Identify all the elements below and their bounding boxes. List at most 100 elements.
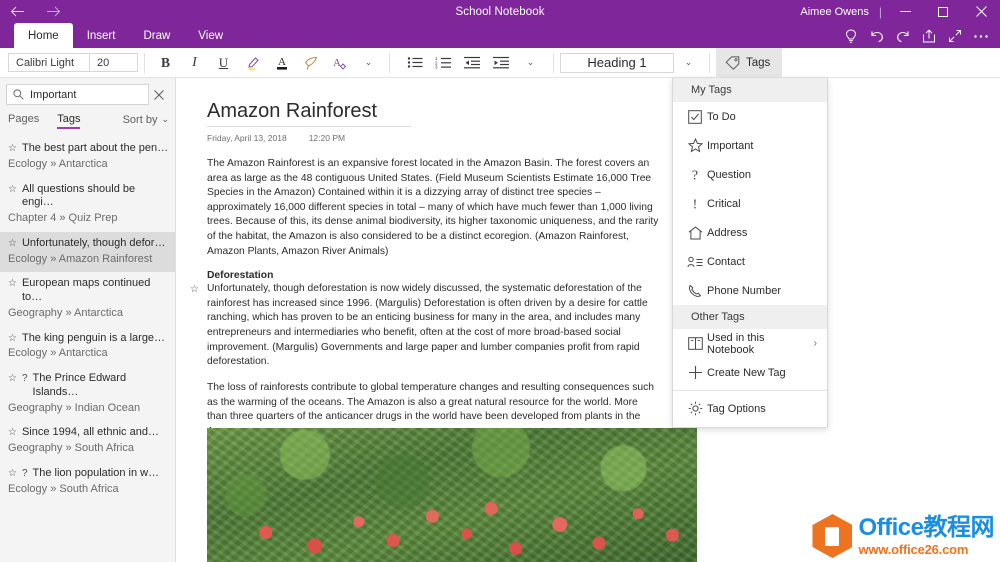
tell-me-icon[interactable] — [838, 24, 864, 48]
undo-icon[interactable] — [864, 24, 890, 48]
gear-icon — [683, 401, 707, 416]
star-icon: ☆ — [8, 467, 17, 480]
font-color-icon[interactable]: A — [267, 50, 296, 76]
list-item[interactable]: ☆ Unfortunately, though defor… Ecology »… — [0, 232, 175, 273]
paragraph-intro[interactable]: The Amazon Rainforest is an expansive fo… — [207, 157, 659, 259]
list-item-title: The lion population in w… — [33, 467, 160, 481]
star-icon: ☆ — [8, 237, 17, 250]
svg-text:?: ? — [692, 169, 698, 183]
tag-menu-item-tag-options[interactable]: Tag Options — [673, 394, 827, 423]
format-painter-icon[interactable] — [296, 50, 325, 76]
search-icon — [13, 89, 24, 100]
bulleted-list-icon[interactable] — [400, 50, 429, 76]
watermark: Office教程网 www.office26.com — [812, 514, 994, 558]
share-icon[interactable] — [916, 24, 942, 48]
close-button[interactable] — [962, 0, 1000, 23]
list-item-title: The best part about the pen… — [22, 142, 168, 156]
font-name-input[interactable]: Calibri Light — [9, 54, 90, 71]
style-chevron-icon[interactable]: ⌄ — [674, 50, 703, 76]
style-dropdown[interactable]: Heading 1 — [560, 53, 674, 73]
tag-icon — [725, 56, 740, 70]
list-item[interactable]: ☆ The best part about the pen… Ecology »… — [0, 137, 175, 178]
tag-menu-item-contact[interactable]: Contact — [673, 247, 827, 276]
list-item-title: The king penguin is a large… — [22, 332, 165, 346]
chevron-down-icon: ⌄ — [161, 114, 169, 125]
quick-access-toolbar — [838, 24, 994, 48]
rainforest-foliage-photo[interactable] — [207, 428, 697, 562]
list-item[interactable]: ☆ ? The lion population in w… Ecology » … — [0, 462, 175, 503]
tag-menu-item-question[interactable]: ? Question — [673, 160, 827, 189]
star-icon[interactable]: ☆ — [190, 283, 199, 297]
sidebar-tabs: Pages Tags Sort by ⌄ — [8, 109, 169, 133]
phone-icon — [683, 284, 707, 298]
list-item-path: Ecology » South Africa — [8, 483, 169, 497]
tab-draw[interactable]: Draw — [129, 23, 184, 48]
paragraph-group: 1 2 3 — [400, 50, 545, 76]
watermark-line-2: www.office26.com — [858, 543, 994, 556]
tag-menu-label: Used in this Notebook — [707, 332, 814, 356]
chevron-right-icon: › — [814, 338, 827, 349]
tagged-notes-list: ☆ The best part about the pen… Ecology »… — [0, 137, 175, 502]
page-timestamp: Friday, April 13, 2018 12:20 PM — [207, 133, 677, 143]
tag-menu-item-phone-number[interactable]: Phone Number — [673, 276, 827, 305]
numbered-list-icon[interactable]: 1 2 3 — [429, 50, 458, 76]
font-size-input[interactable]: 20 — [90, 54, 137, 71]
user-name[interactable]: Aimee Owens — [800, 6, 878, 18]
photo-image — [207, 428, 697, 562]
svg-text:!: ! — [693, 198, 698, 212]
underline-button[interactable]: U — [209, 50, 238, 76]
svg-text:3: 3 — [435, 65, 438, 69]
titlebar-separator: | — [879, 5, 886, 19]
sort-by-dropdown[interactable]: Sort by ⌄ — [123, 114, 169, 129]
tag-menu-label: Create New Tag — [707, 367, 827, 379]
font-controls: Calibri Light 20 — [8, 53, 138, 72]
star-icon: ☆ — [8, 426, 17, 439]
tab-insert[interactable]: Insert — [73, 23, 130, 48]
decrease-indent-icon[interactable] — [458, 50, 487, 76]
sidebar-tab-tags[interactable]: Tags — [57, 113, 80, 129]
tags-button[interactable]: Tags — [716, 48, 782, 78]
tag-menu-item-critical[interactable]: ! Critical — [673, 189, 827, 218]
maximize-restore-button[interactable] — [924, 0, 962, 23]
titlebar-right: Aimee Owens | — [800, 0, 1000, 23]
sidebar-tab-pages[interactable]: Pages — [8, 113, 39, 129]
list-item-path: Ecology » Antarctica — [8, 158, 169, 172]
title-bar: School Notebook Aimee Owens | — [0, 0, 1000, 23]
page-title[interactable]: Amazon Rainforest — [207, 100, 411, 127]
increase-indent-icon[interactable] — [487, 50, 516, 76]
list-item[interactable]: ☆ All questions should be engi… Chapter … — [0, 178, 175, 232]
search-input[interactable]: Important — [6, 84, 149, 105]
redo-icon[interactable] — [890, 24, 916, 48]
clear-formatting-icon[interactable]: A — [325, 50, 354, 76]
minimize-button[interactable] — [886, 0, 924, 23]
more-options-icon[interactable] — [968, 24, 994, 48]
tag-menu-item-used-in-this-notebook[interactable]: Used in this Notebook › — [673, 329, 827, 358]
tag-menu-label: To Do — [707, 111, 827, 123]
list-item-title: European maps continued to… — [22, 277, 169, 305]
font-more-chevron-icon[interactable]: ⌄ — [354, 50, 383, 76]
tag-menu-item-to-do[interactable]: To Do — [673, 102, 827, 131]
tags-button-label: Tags — [746, 57, 770, 69]
paragraph-more-chevron-icon[interactable]: ⌄ — [516, 50, 545, 76]
tag-menu-item-address[interactable]: Address — [673, 218, 827, 247]
tag-menu-item-create-new-tag[interactable]: Create New Tag — [673, 358, 827, 387]
tag-menu-item-important[interactable]: Important — [673, 131, 827, 160]
list-item[interactable]: ☆ Since 1994, all ethnic and… Geography … — [0, 421, 175, 462]
italic-button[interactable]: I — [180, 50, 209, 76]
bold-button[interactable]: B — [151, 50, 180, 76]
star-icon: ☆ — [8, 332, 17, 345]
list-item-path: Chapter 4 » Quiz Prep — [8, 212, 169, 226]
list-item[interactable]: ☆ ? The Prince Edward Islands… Geography… — [0, 367, 175, 421]
heading-deforestation[interactable]: Deforestation — [207, 270, 659, 281]
tab-view[interactable]: View — [184, 23, 237, 48]
full-page-view-icon[interactable] — [942, 24, 968, 48]
tag-menu-label: Question — [707, 169, 827, 181]
list-item[interactable]: ☆ The king penguin is a large… Ecology »… — [0, 327, 175, 368]
paragraph-deforestation[interactable]: ☆ Unfortunately, though deforestation is… — [207, 282, 659, 370]
search-clear-button[interactable] — [149, 90, 169, 100]
tag-menu-label: Tag Options — [707, 403, 827, 415]
highlighter-icon[interactable] — [238, 50, 267, 76]
tab-home[interactable]: Home — [14, 23, 73, 48]
star-icon — [683, 138, 707, 153]
list-item[interactable]: ☆ European maps continued to… Geography … — [0, 272, 175, 326]
